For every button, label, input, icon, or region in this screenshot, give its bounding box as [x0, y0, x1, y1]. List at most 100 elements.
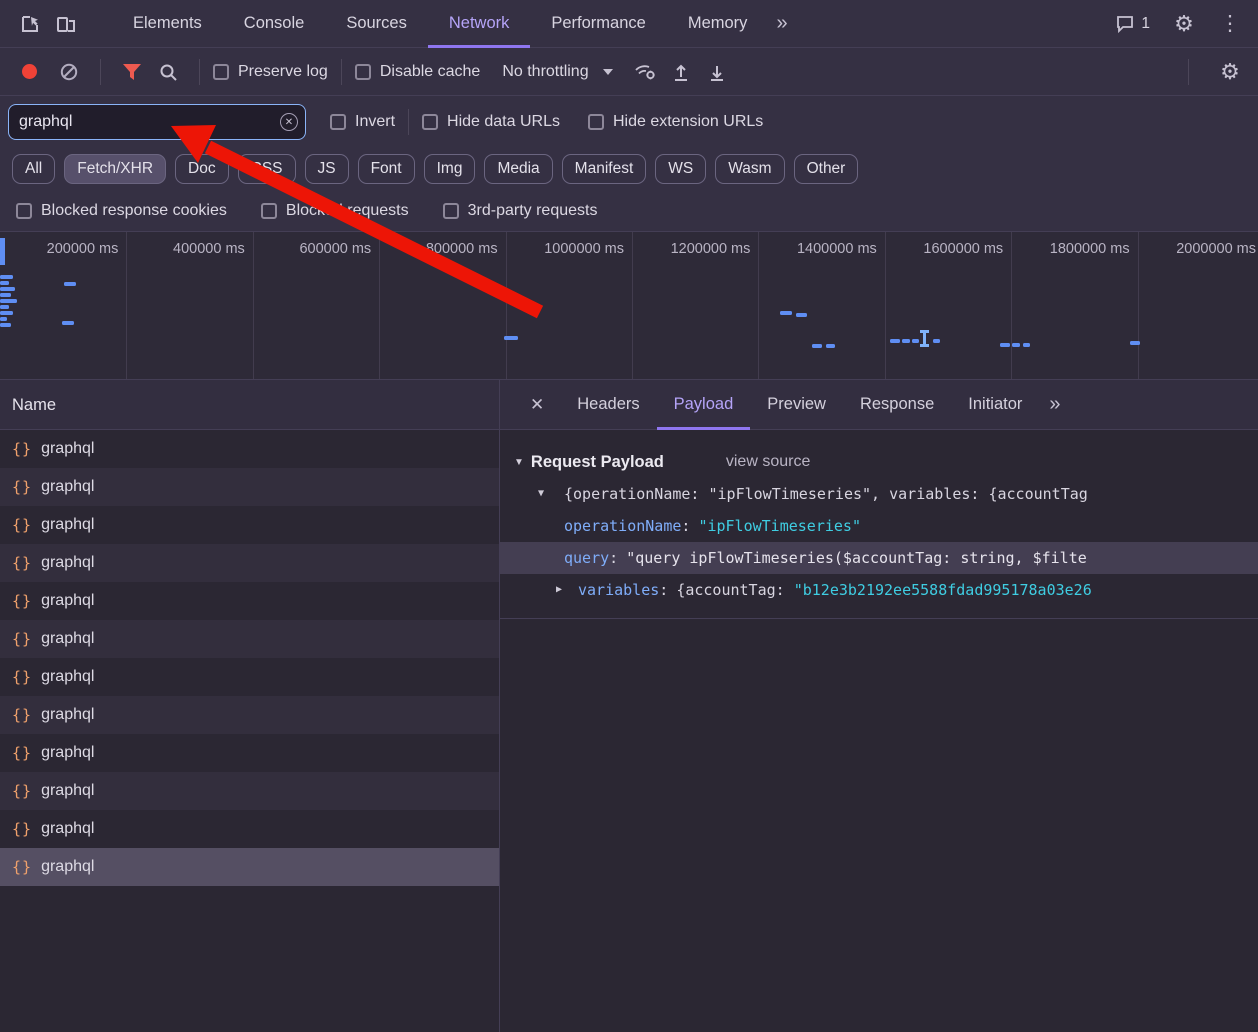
hide-extension-urls-group: Hide extension URLs — [587, 113, 763, 131]
filter-input[interactable] — [8, 104, 306, 140]
more-detail-tabs-icon[interactable]: » — [1039, 393, 1070, 416]
blocked-requests-group: Blocked requests — [260, 202, 409, 220]
network-activity-bar — [1000, 343, 1010, 347]
filter-chip-wasm[interactable]: Wasm — [715, 154, 785, 184]
disable-cache-group: Disable cache — [354, 63, 480, 81]
3rd-party-requests-checkbox[interactable] — [442, 202, 459, 219]
request-type-filters: All Fetch/XHR Doc CSS JS Font Img Media Manifest… — [0, 148, 1258, 190]
timeline-label: 1200000 ms — [670, 241, 751, 257]
network-activity-bar — [0, 305, 9, 309]
tab-console[interactable]: Console — [223, 0, 326, 48]
expander-icon[interactable]: ▶ — [556, 574, 562, 606]
filter-icon[interactable] — [114, 54, 150, 90]
tab-response[interactable]: Response — [843, 380, 951, 430]
hide-extension-urls-checkbox[interactable] — [587, 114, 604, 130]
timeline-label: 2000000 ms — [1176, 241, 1256, 257]
filter-chip-js[interactable]: JS — [304, 154, 349, 184]
tab-headers[interactable]: Headers — [560, 380, 656, 430]
tab-sources[interactable]: Sources — [325, 0, 428, 48]
payload-entry[interactable]: operationName: "ipFlowTimeseries" — [514, 510, 1258, 542]
search-icon[interactable] — [150, 54, 186, 90]
payload-entry[interactable]: ▶ variables: {accountTag: "b12e3b2192ee558… — [514, 574, 1258, 606]
network-activity-bar — [0, 275, 13, 279]
network-settings-icon[interactable]: ⚙ — [1212, 54, 1248, 90]
network-activity-bar — [0, 293, 11, 297]
request-row[interactable]: {} graphql — [0, 620, 499, 658]
import-har-icon[interactable] — [663, 54, 699, 90]
filter-chip-img[interactable]: Img — [423, 154, 476, 184]
name-column-header[interactable]: Name — [0, 380, 499, 430]
view-source-link[interactable]: view source — [726, 453, 810, 471]
settings-icon[interactable]: ⚙ — [1166, 6, 1202, 42]
request-row[interactable]: {} graphql — [0, 582, 499, 620]
network-activity-bar — [0, 281, 9, 285]
checkbox-label: Blocked response cookies — [41, 201, 227, 219]
issues-icon[interactable]: 1 — [1109, 6, 1156, 42]
tab-payload[interactable]: Payload — [657, 380, 751, 430]
invert-checkbox[interactable] — [330, 114, 346, 130]
record-button[interactable] — [22, 64, 37, 79]
timeline-gridline — [126, 232, 128, 379]
network-overview-timeline[interactable]: 200000 ms 400000 ms 600000 ms 800000 ms 1000… — [0, 232, 1258, 380]
filter-chip-ws[interactable]: WS — [655, 154, 707, 184]
request-row[interactable]: {} graphql — [0, 696, 499, 734]
disable-cache-checkbox[interactable] — [354, 63, 371, 80]
divider — [340, 58, 342, 85]
request-row[interactable]: {} graphql — [0, 848, 499, 886]
preserve-log-checkbox[interactable] — [213, 63, 229, 80]
colon: : — [609, 549, 619, 567]
request-row[interactable]: {} graphql — [0, 772, 499, 810]
request-row[interactable]: {} graphql — [0, 468, 499, 506]
fetch-xhr-icon: {} — [12, 630, 33, 648]
request-row[interactable]: {} graphql — [0, 506, 499, 544]
device-toolbar-icon[interactable] — [48, 6, 84, 42]
tab-initiator[interactable]: Initiator — [951, 380, 1039, 430]
close-details-icon[interactable]: ✕ — [514, 395, 560, 415]
payload-summary-row[interactable]: ▼ {operationName: "ipFlowTimeseries", va… — [514, 478, 1258, 510]
filter-chip-media[interactable]: Media — [484, 154, 553, 184]
export-har-icon[interactable] — [699, 54, 735, 90]
blocked-requests-checkbox[interactable] — [260, 202, 277, 219]
request-row[interactable]: {} graphql — [0, 544, 499, 582]
divider — [408, 109, 410, 135]
filter-chip-font[interactable]: Font — [357, 154, 415, 184]
tab-performance[interactable]: Performance — [530, 0, 666, 48]
network-activity-bar — [912, 339, 919, 343]
filter-chip-other[interactable]: Other — [793, 154, 859, 184]
inspect-element-icon[interactable] — [12, 6, 48, 42]
request-name: graphql — [41, 706, 95, 723]
invert-group: Invert — [330, 113, 395, 131]
clear-filter-icon[interactable]: ✕ — [280, 113, 298, 131]
timeline-gridline — [758, 232, 760, 379]
tab-preview[interactable]: Preview — [750, 380, 843, 430]
clear-network-log-icon[interactable] — [51, 54, 87, 90]
filter-chip-css[interactable]: CSS — [237, 154, 296, 184]
network-conditions-icon[interactable] — [627, 54, 663, 90]
request-name: graphql — [41, 592, 95, 609]
blocked-response-cookies-checkbox[interactable] — [16, 202, 32, 219]
filter-chip-manifest[interactable]: Manifest — [561, 154, 647, 184]
throttling-select[interactable]: No throttling — [502, 63, 613, 81]
expander-icon[interactable]: ▼ — [538, 478, 544, 510]
tab-elements[interactable]: Elements — [112, 0, 223, 48]
hide-data-urls-checkbox[interactable] — [422, 114, 439, 130]
disclosure-triangle-icon[interactable]: ▼ — [514, 457, 524, 468]
filter-chip-all[interactable]: All — [12, 154, 56, 184]
request-row[interactable]: {} graphql — [0, 810, 499, 848]
payload-value-prefix: {accountTag: — [676, 581, 794, 599]
timeline-label: 800000 ms — [425, 241, 498, 257]
filter-chip-doc[interactable]: Doc — [175, 154, 229, 184]
request-row[interactable]: {} graphql — [0, 734, 499, 772]
request-payload-section[interactable]: ▼ Request Payload view source — [514, 446, 1258, 478]
request-row[interactable]: {} graphql — [0, 430, 499, 468]
menu-kebab-icon[interactable]: ⋮ — [1212, 6, 1248, 42]
request-name: graphql — [41, 820, 95, 837]
request-name: graphql — [41, 668, 95, 685]
request-row[interactable]: {} graphql — [0, 658, 499, 696]
tab-network[interactable]: Network — [428, 0, 531, 48]
fetch-xhr-icon: {} — [12, 668, 33, 686]
filter-chip-fetch-xhr[interactable]: Fetch/XHR — [64, 154, 167, 184]
more-tabs-icon[interactable]: » — [768, 12, 795, 35]
tab-memory[interactable]: Memory — [667, 0, 769, 48]
payload-entry[interactable]: query: "query ipFlowTimeseries($accountTa… — [500, 542, 1258, 574]
